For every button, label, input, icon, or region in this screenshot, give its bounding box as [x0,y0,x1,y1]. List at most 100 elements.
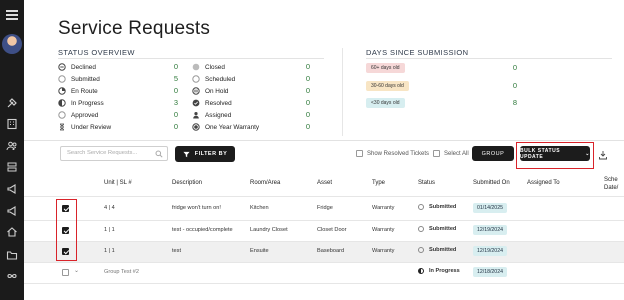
megaphone-icon[interactable] [6,183,18,195]
empty-circle-icon [58,111,66,119]
column-header-assigned-to[interactable]: Assigned To [527,180,560,186]
avatar[interactable] [2,34,22,54]
hammer-icon[interactable] [6,97,18,109]
stat-label: Approved [71,111,99,119]
show-resolved-toggle[interactable]: Show Resolved Tickets [356,150,429,157]
stat-count: 0 [305,110,310,119]
stat-count: 0 [305,62,310,71]
column-header-type[interactable]: Type [372,180,385,186]
cell-submitted-on: 12/18/2024 [473,267,507,277]
age-count: 8 [512,98,517,107]
sidebar [0,0,24,300]
empty-circle-icon [58,75,66,83]
stat-declined: Declined [58,63,96,71]
stat-count: 0 [173,110,178,119]
column-header-submitted-on[interactable]: Submitted On [473,180,510,186]
stat-count: 0 [173,86,178,95]
highlight-box [516,142,594,169]
half-circle-icon [418,268,424,274]
table-row[interactable]: 4 | 4 fridge won't turn on! Kitchen Frid… [24,197,624,220]
pause-circle-icon [192,87,200,95]
status-overview-heading: STATUS OVERVIEW [58,48,135,57]
column-header-room[interactable]: Room/Area [250,180,280,186]
stat-count: 0 [173,62,178,71]
home-icon[interactable] [6,226,18,238]
search-icon[interactable] [155,150,163,158]
cell-type: Warranty [372,248,395,254]
building-icon[interactable] [6,118,18,130]
row-checkbox[interactable] [62,269,69,276]
cell-unit: 1 | 1 [104,248,115,254]
stat-count: 5 [173,74,178,83]
column-header-unit[interactable]: Unit | SL # [104,180,132,186]
show-resolved-checkbox[interactable] [356,150,363,157]
stat-label: Assigned [205,111,232,119]
search-input[interactable]: Search Service Requests... [60,146,168,161]
users-icon[interactable] [6,140,18,152]
export-icon[interactable] [598,150,608,160]
select-all-label: Select All [444,150,469,157]
filter-button[interactable]: FILTER BY [175,146,235,162]
cell-room: Laundry Closet [250,227,288,233]
select-all-toggle[interactable]: Select All [433,150,469,157]
cell-asset: Baseboard [317,248,345,254]
column-header-scheduled-date[interactable]: Sche Date/ [604,176,624,192]
cell-submitted-on: 12/19/2024 [473,225,507,235]
select-all-checkbox[interactable] [433,150,440,157]
show-resolved-label: Show Resolved Tickets [367,150,430,157]
table-row[interactable]: 1 | 1 test Ensuite Baseboard Warranty Su… [24,242,624,262]
stat-label: In Progress [71,99,104,107]
filled-circle-icon [192,63,200,71]
stack-icon[interactable] [6,161,18,173]
age-count: 0 [512,81,517,90]
column-header-asset[interactable]: Asset [317,180,332,186]
stat-under-review: Under Review [58,123,111,131]
stat-label: Under Review [71,123,112,131]
search-placeholder: Search Service Requests... [67,150,138,156]
group-row[interactable]: ⌄ Group Test #2 In Progress 12/18/2024 [24,263,624,283]
stat-assigned: Assigned [192,111,231,119]
megaphone-icon[interactable] [6,205,18,217]
cell-type: Warranty [372,205,395,211]
chevron-down-icon[interactable]: ⌄ [74,267,79,274]
infinity-icon[interactable] [6,270,18,282]
stat-label: Resolved [205,99,232,107]
status-circle-icon [418,247,424,253]
stat-en-route: En Route [58,87,98,95]
status-circle-icon [418,204,424,210]
stat-count: 0 [173,122,178,131]
stat-count: 0 [305,86,310,95]
column-header-status[interactable]: Status [418,180,435,186]
cell-description: test - occupied/complete [172,227,233,233]
status-label: Submitted [429,247,457,253]
stat-count: 3 [173,98,178,107]
age-pill-under-30: <30 days old [366,98,405,108]
quarter-circle-icon [58,87,66,95]
cell-status: Submitted [418,247,456,253]
group-label: Group Test #2 [104,269,140,275]
check-circle-icon [192,99,200,107]
person-icon [192,111,200,119]
divider [24,283,624,284]
folder-icon[interactable] [6,249,18,261]
group-button[interactable]: GROUP [472,146,514,161]
empty-circle-icon [192,75,200,83]
hamburger-icon[interactable] [6,10,18,20]
age-count: 0 [512,63,517,72]
cell-asset: Fridge [317,205,333,211]
stat-count: 0 [305,98,310,107]
divider [24,140,624,141]
status-label: Submitted [429,204,457,210]
stat-label: On Hold [205,87,229,95]
stat-one-year-warranty: One Year Warranty [192,123,259,131]
hourglass-icon [58,123,66,131]
cell-status: In Progress [418,268,460,274]
column-header-description[interactable]: Description [172,180,202,186]
table-row[interactable]: 1 | 1 test - occupied/complete Laundry C… [24,221,624,241]
status-label: In Progress [429,268,460,274]
cell-type: Warranty [372,227,395,233]
stat-label: Closed [205,63,225,71]
status-circle-icon [418,226,424,232]
dot-circle-icon [192,123,200,131]
cell-submitted-on: 01/14/2025 [473,203,507,213]
